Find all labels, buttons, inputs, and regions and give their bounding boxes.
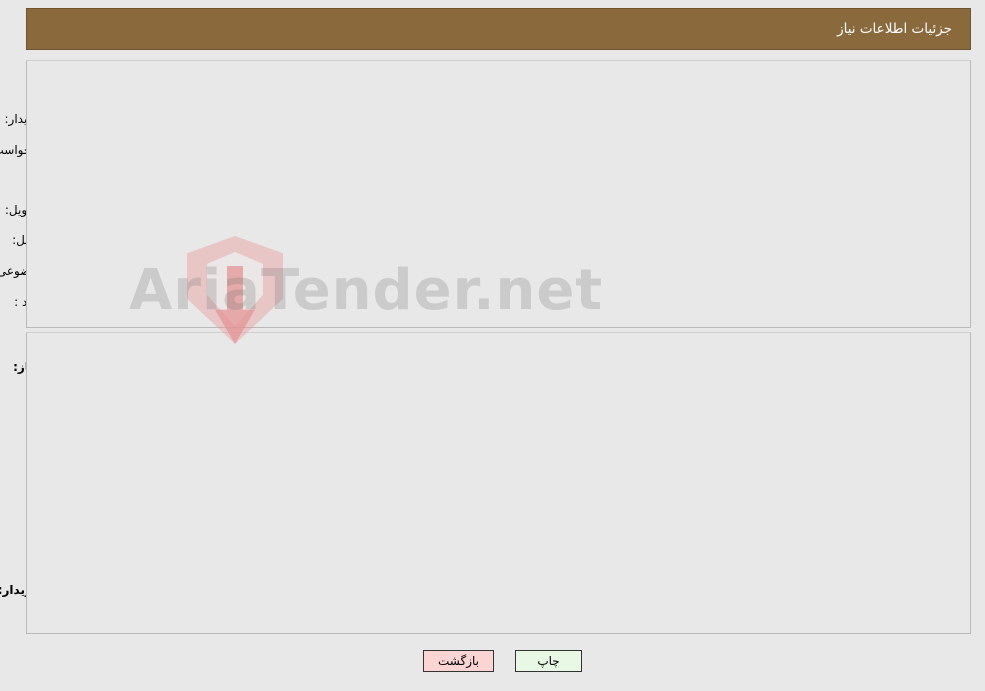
page-title: جزئیات اطلاعات نیاز [838,21,953,37]
page-title-bar: جزئیات اطلاعات نیاز [27,8,972,50]
back-button[interactable]: بازگشت [424,650,495,672]
details-panel [27,332,972,634]
print-button[interactable]: چاپ [516,650,583,672]
need-info-panel [27,60,972,328]
page-root: جزئیات اطلاعات نیاز شماره نیاز: 11030983… [0,0,985,691]
